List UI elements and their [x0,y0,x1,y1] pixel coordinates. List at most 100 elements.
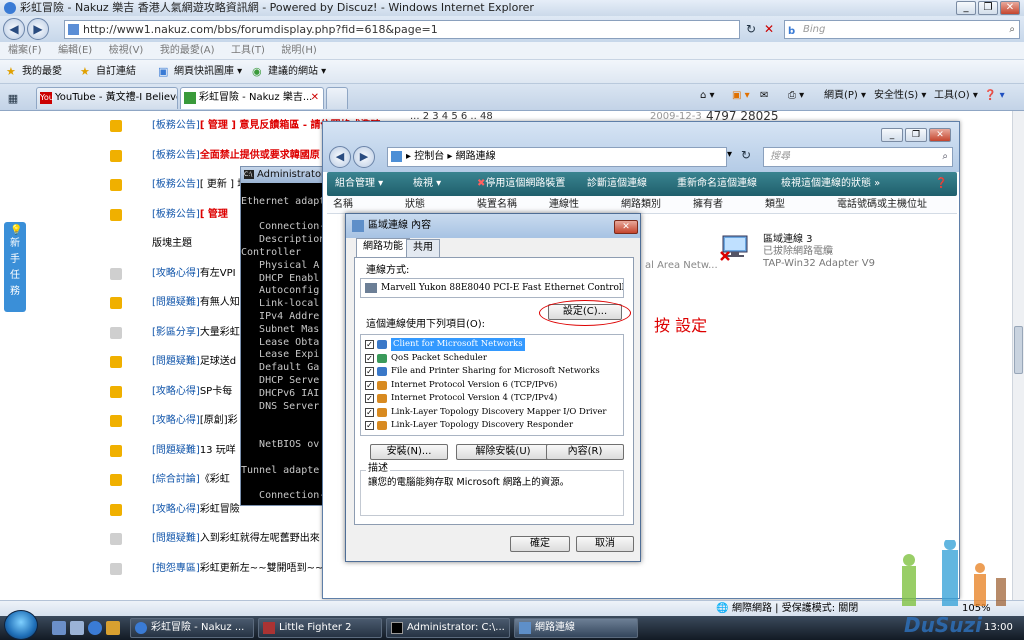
breadcrumb[interactable]: ▸ 控制台 ▸ 網路連線 [387,147,727,167]
views-button[interactable]: 檢視 ▾ [413,172,441,196]
print-icon[interactable]: ⎙ ▾ [788,88,804,104]
tools-menu[interactable]: 工具(O) ▾ [934,88,978,104]
thread-title[interactable]: [問題疑難]入到彩虹就得左呢舊野出來 [152,528,320,550]
thread-category[interactable]: [攻略心得] [152,268,200,279]
column-device[interactable]: 裝置名稱 [477,196,517,214]
list-item[interactable]: ✓ File and Printer Sharing for Microsoft … [365,365,621,378]
taskbar-network[interactable]: 網路連線 [514,618,638,638]
thread-category[interactable]: [板務公告] [152,179,200,190]
thread-subject[interactable]: 入到彩虹就得左呢舊野出來 [200,533,320,544]
rss-icon[interactable]: ▣ ▾ [732,88,750,104]
thread-category[interactable]: [抱怨專區] [152,563,200,574]
list-item[interactable]: ✓ Link-Layer Topology Discovery Responder [365,419,621,432]
page-scrollbar[interactable] [1012,111,1024,606]
folder-icon[interactable] [106,621,120,635]
thread-title[interactable]: [問題疑難]足球送d [152,351,236,373]
thread-category[interactable]: [影區分享] [152,327,200,338]
help-icon[interactable]: ❓ ▾ [984,88,1005,104]
minimize-button[interactable]: _ [956,1,976,15]
thread-subject[interactable]: 《彩虹 [200,474,230,485]
list-item[interactable]: ✓ QoS Packet Scheduler [365,352,621,365]
organize-button[interactable]: 組合管理 ▾ [335,172,383,196]
column-phone[interactable]: 電話號碼或主機位址 [837,196,927,214]
thread-subject[interactable]: 彩虹更新左~~雙開唔到~~ [200,563,324,574]
thread-subject[interactable]: [原創]彩 [200,415,238,426]
tab-youtube[interactable]: You YouTube - 黃文禮-I Believe [36,87,178,109]
back-button[interactable]: ◀ [329,146,351,168]
thread-subject[interactable]: [ 管理 [200,209,228,220]
checkbox[interactable]: ✓ [365,340,374,349]
cancel-button[interactable]: 取消 [576,536,634,552]
switch-windows-icon[interactable] [70,621,84,635]
thread-subject[interactable]: 有無人知 [200,297,240,308]
tab-sharing[interactable]: 共用 [406,239,440,257]
refresh-icon[interactable]: ↻ [741,148,751,162]
close-tab-icon[interactable]: ✕ [311,88,319,108]
thread-title[interactable]: 版塊主題 [152,233,192,255]
chevron-down-icon[interactable]: ▾ [727,149,732,160]
taskbar-cmd[interactable]: Administrator: C:\... [386,618,510,638]
close-button[interactable]: ✕ [929,128,951,142]
thread-category[interactable]: [攻略心得] [152,504,200,515]
column-owner[interactable]: 擁有者 [693,196,723,214]
thread-title[interactable]: [攻略心得]SP卡每 [152,381,232,403]
disable-device-button[interactable]: ✖ 停用這個網路裝置 [477,172,565,196]
thread-title[interactable]: [板務公告][ 更新 ] 增 [152,174,247,196]
favorites-link-suggested[interactable]: ◉ 建議的網站 ▾ [252,64,326,80]
thread-subject[interactable]: 有左VPI [200,268,236,279]
taskbar-ie[interactable]: 彩虹冒險 - Nakuz ... [130,618,254,638]
stop-icon[interactable]: ✕ [760,20,778,39]
new-tab-button[interactable] [326,87,348,109]
column-status[interactable]: 狀態 [405,196,425,214]
column-type[interactable]: 類型 [765,196,785,214]
thread-subject[interactable]: SP卡每 [200,386,232,397]
menu-file[interactable]: 檔案(F) [0,42,47,60]
thread-category[interactable]: [板務公告] [152,150,200,161]
thread-subject[interactable]: 版塊主題 [152,238,192,249]
taskbar-little-fighter[interactable]: Little Fighter 2 [258,618,382,638]
list-item[interactable]: ✓ Internet Protocol Version 4 (TCP/IPv4) [365,392,621,405]
thread-subject[interactable]: 全面禁止提供或要求韓國原 [200,150,320,161]
checkbox[interactable]: ✓ [365,407,374,417]
page-menu[interactable]: 網頁(P) ▾ [824,88,866,104]
show-desktop-icon[interactable] [52,621,66,635]
search-input[interactable]: b Bing ⌕ [784,20,1020,39]
thread-title[interactable]: [板務公告]全面禁止提供或要求韓國原 [152,145,320,167]
checkbox[interactable]: ✓ [365,367,374,376]
ok-button[interactable]: 確定 [510,536,570,552]
forward-button[interactable]: ▶ [353,146,375,168]
favorites-link-gallery[interactable]: ▣ 網頁快訊圖庫 ▾ [158,64,242,80]
thread-category[interactable]: [攻略心得] [152,386,200,397]
tab-nakuz[interactable]: 彩虹冒險 - Nakuz 樂吉... ✕ [180,87,324,109]
checkbox[interactable]: ✓ [365,421,374,430]
search-icon[interactable]: ⌕ [942,148,948,166]
tab-networking[interactable]: 網路功能 [356,238,410,258]
column-connectivity[interactable]: 連線性 [549,196,579,214]
thread-category[interactable]: [綜合討論] [152,474,200,485]
thread-title[interactable]: [影區分享]大量彩虹 [152,322,240,344]
thread-title[interactable]: [問題疑難]13 玩咩 [152,440,236,462]
favorites-link-custom[interactable]: ★ 自訂連結 [80,64,136,80]
maximize-button[interactable]: ❐ [905,128,927,142]
menu-edit[interactable]: 編輯(E) [50,42,97,60]
back-button[interactable]: ◀ [3,18,25,40]
forward-button[interactable]: ▶ [27,18,49,40]
dialog-close-button[interactable]: ✕ [614,220,638,234]
view-status-button[interactable]: 檢視這個連線的狀態 » [781,172,880,196]
column-name[interactable]: 名稱 [333,196,353,214]
checkbox[interactable]: ✓ [365,353,374,363]
thread-subject[interactable]: 足球送d [200,356,236,367]
thread-title[interactable]: [攻略心得]有左VPI [152,263,236,285]
thread-title[interactable]: [綜合討論]《彩虹 [152,469,230,491]
rename-button[interactable]: 重新命名這個連線 [677,172,757,196]
list-item[interactable]: ✓ Client for Microsoft Networks [365,338,621,351]
column-category[interactable]: 網路類別 [621,196,661,214]
thread-title[interactable]: [攻略心得]彩虹冒險 [152,499,240,521]
favorites-button[interactable]: ★ 我的最愛 [6,64,62,80]
cmd-title-bar[interactable]: C:\Administrator: C:\Windows\system32\cm… [241,167,335,183]
menu-help[interactable]: 說明(H) [273,42,321,60]
clock[interactable]: 13:00 [984,616,1013,640]
dialog-title-bar[interactable]: 區域連線 內容 [346,214,640,238]
thread-title[interactable]: [板務公告][ 管理 [152,204,228,226]
refresh-icon[interactable]: ↻ [742,20,760,39]
